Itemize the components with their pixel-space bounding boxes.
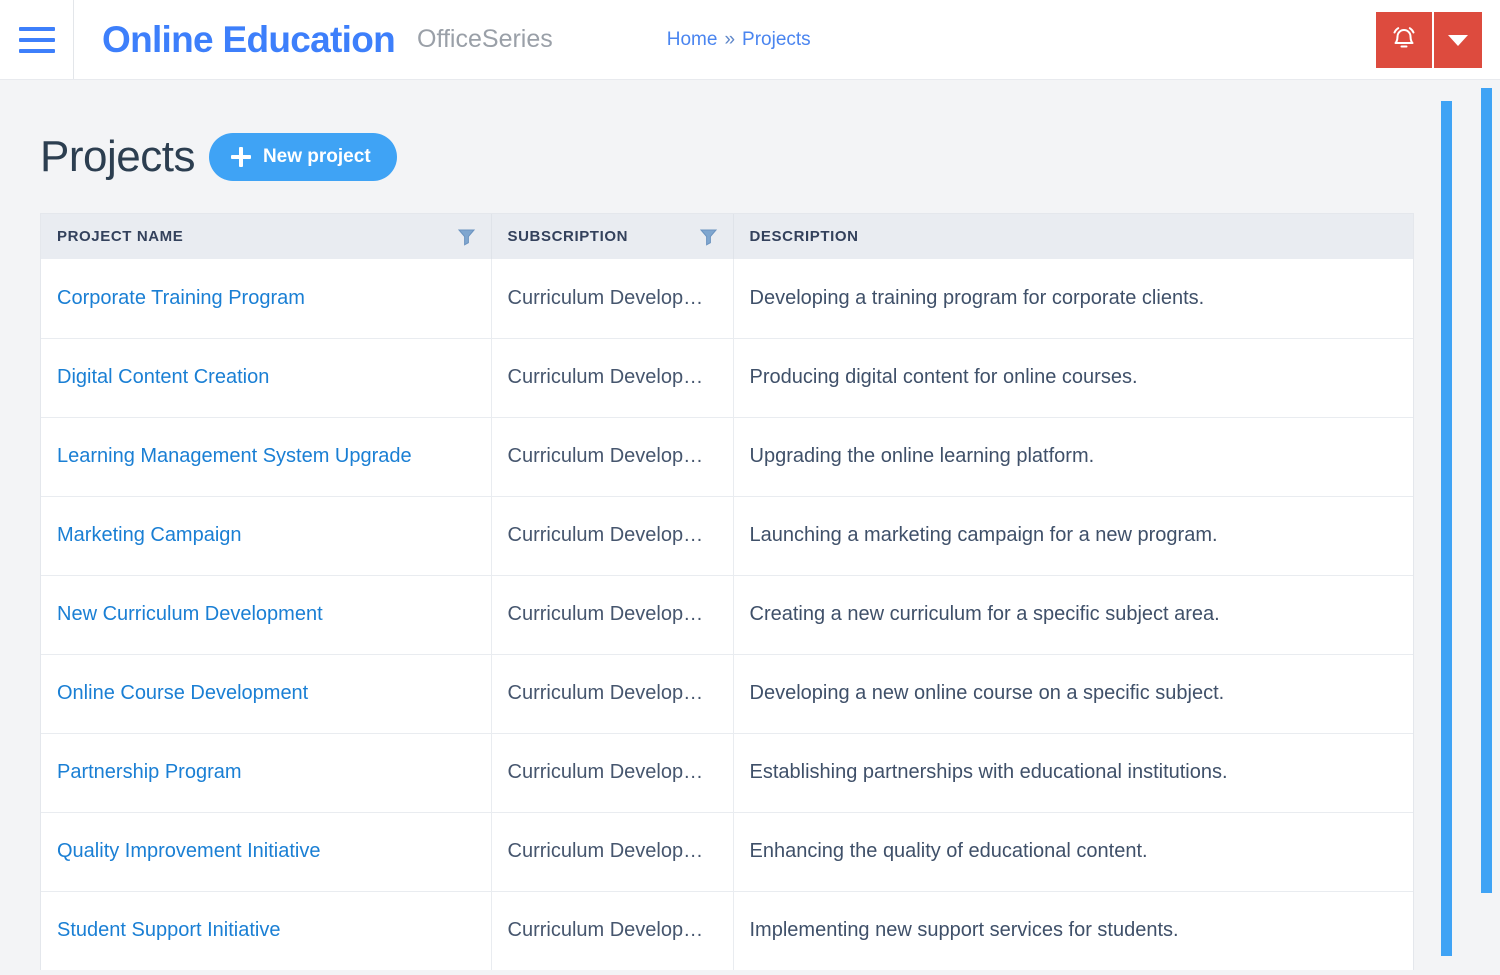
column-header-label: DESCRIPTION: [749, 228, 859, 245]
table-row[interactable]: Quality Improvement Initiative Curriculu…: [41, 811, 1413, 891]
cell-description: Creating a new curriculum for a specific…: [733, 574, 1413, 654]
cell-project-name: Learning Management System Upgrade: [41, 416, 492, 496]
cell-description: Implementing new support services for st…: [733, 890, 1413, 970]
app-header: Online Education OfficeSeries Home » Pro…: [0, 0, 1500, 80]
column-header-subscription[interactable]: SUBSCRIPTION: [491, 214, 734, 259]
breadcrumb-home-link[interactable]: Home: [667, 29, 718, 51]
cell-subscription: Curriculum Developm…: [491, 495, 734, 575]
cell-subscription: Curriculum Developm…: [491, 259, 734, 338]
cell-project-name: Corporate Training Program: [41, 259, 492, 338]
projects-table: PROJECT NAME SUBSCRIPTION DESCRIPTION Co…: [41, 214, 1413, 970]
column-header-label: PROJECT NAME: [57, 228, 184, 245]
header-dropdown-button[interactable]: [1434, 12, 1482, 68]
cell-description: Producing digital content for online cou…: [733, 337, 1413, 417]
project-link[interactable]: Student Support Initiative: [57, 919, 280, 941]
brand-subtitle: OfficeSeries: [417, 25, 553, 53]
table-row[interactable]: Student Support Initiative Curriculum De…: [41, 890, 1413, 970]
table-row[interactable]: Learning Management System Upgrade Curri…: [41, 416, 1413, 496]
hamburger-menu-button[interactable]: [0, 0, 74, 79]
page-title: Projects: [40, 132, 195, 181]
table-row[interactable]: Partnership Program Curriculum Developm……: [41, 732, 1413, 812]
cell-project-name: Marketing Campaign: [41, 495, 492, 575]
cell-description: Enhancing the quality of educational con…: [733, 811, 1413, 891]
column-header-project-name[interactable]: PROJECT NAME: [41, 214, 492, 259]
cell-subscription: Curriculum Developm…: [491, 811, 734, 891]
cell-subscription: Curriculum Developm…: [491, 732, 734, 812]
filter-funnel-icon[interactable]: [699, 228, 717, 246]
cell-description: Establishing partnerships with education…: [733, 732, 1413, 812]
brand-title: Online Education: [102, 18, 396, 60]
project-link[interactable]: Corporate Training Program: [57, 287, 305, 309]
cell-subscription: Curriculum Developm…: [491, 653, 734, 733]
cell-project-name: Partnership Program: [41, 732, 492, 812]
cell-subscription: Curriculum Developm…: [491, 416, 734, 496]
breadcrumb: Home » Projects: [667, 29, 811, 51]
cell-subscription: Curriculum Developm…: [491, 337, 734, 417]
table-row[interactable]: Corporate Training Program Curriculum De…: [41, 259, 1413, 338]
cell-description: Upgrading the online learning platform.: [733, 416, 1413, 496]
cell-project-name: Student Support Initiative: [41, 890, 492, 970]
brand: Online Education OfficeSeries Home » Pro…: [74, 0, 811, 79]
projects-table-container: PROJECT NAME SUBSCRIPTION DESCRIPTION Co…: [40, 213, 1414, 970]
filter-funnel-icon[interactable]: [457, 228, 475, 246]
page-header: Projects New project: [40, 80, 1500, 182]
cell-description: Developing a training program for corpor…: [749, 286, 1205, 309]
table-body: Corporate Training Program Curriculum De…: [41, 259, 1413, 970]
inner-vertical-scrollbar[interactable]: [1441, 101, 1452, 956]
project-link[interactable]: Digital Content Creation: [57, 366, 269, 388]
project-link[interactable]: New Curriculum Development: [57, 603, 323, 625]
table-header-row: PROJECT NAME SUBSCRIPTION DESCRIPTION: [41, 214, 1413, 259]
table-row[interactable]: Digital Content Creation Curriculum Deve…: [41, 337, 1413, 417]
breadcrumb-separator-icon: »: [724, 28, 736, 50]
cell-subscription: Curriculum Developm…: [491, 574, 734, 654]
column-header-description[interactable]: DESCRIPTION: [733, 214, 1413, 259]
header-actions: [1376, 12, 1482, 68]
page-vertical-scrollbar[interactable]: [1481, 88, 1492, 893]
plus-icon: [230, 147, 251, 167]
new-project-button[interactable]: New project: [208, 133, 397, 181]
page-body: Projects New project PROJECT NAME SUBSCR…: [0, 80, 1500, 975]
project-link[interactable]: Learning Management System Upgrade: [57, 445, 412, 467]
cell-project-name: New Curriculum Development: [41, 574, 492, 654]
column-header-label: SUBSCRIPTION: [507, 228, 629, 245]
project-link[interactable]: Online Course Development: [57, 682, 308, 704]
table-header: PROJECT NAME SUBSCRIPTION DESCRIPTION: [41, 214, 1413, 259]
hamburger-menu-icon: [18, 26, 55, 53]
new-project-label: New project: [262, 146, 371, 167]
breadcrumb-current-link[interactable]: Projects: [742, 29, 811, 51]
table-row[interactable]: Online Course Development Curriculum Dev…: [41, 653, 1413, 733]
table-row[interactable]: Marketing Campaign Curriculum Developm… …: [41, 495, 1413, 575]
notifications-button[interactable]: [1376, 12, 1432, 68]
project-link[interactable]: Quality Improvement Initiative: [57, 840, 320, 862]
cell-description: Developing a new online course on a spec…: [733, 653, 1413, 733]
cell-project-name: Digital Content Creation: [41, 337, 492, 417]
cell-project-name: Online Course Development: [41, 653, 492, 733]
cell-subscription: Curriculum Developm…: [491, 890, 734, 970]
table-row[interactable]: New Curriculum Development Curriculum De…: [41, 574, 1413, 654]
bell-icon: [1391, 25, 1417, 56]
cell-project-name: Quality Improvement Initiative: [41, 811, 492, 891]
project-link[interactable]: Partnership Program: [57, 761, 242, 783]
cell-description: Launching a marketing campaign for a new…: [733, 495, 1413, 575]
project-link[interactable]: Marketing Campaign: [57, 524, 242, 546]
chevron-down-icon: [1448, 34, 1468, 46]
